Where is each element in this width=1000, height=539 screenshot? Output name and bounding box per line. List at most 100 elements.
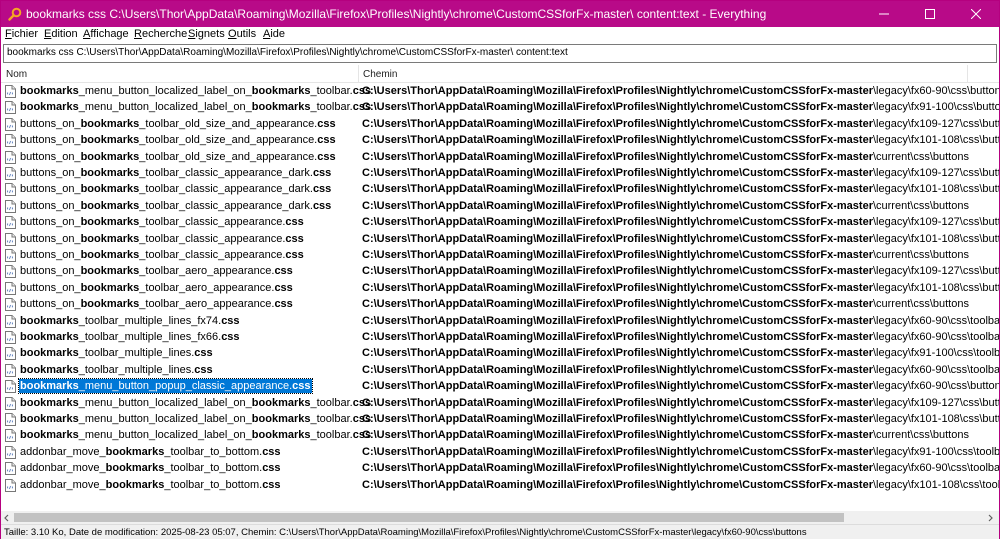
css-file-icon	[5, 134, 16, 148]
file-name: buttons_on_bookmarks_toolbar_aero_appear…	[20, 265, 293, 278]
menu-edition[interactable]: Edition	[44, 28, 78, 40]
file-name: buttons_on_bookmarks_toolbar_classic_app…	[20, 183, 332, 196]
table-row[interactable]: buttons_on_bookmarks_toolbar_old_size_an…	[1, 149, 999, 165]
table-row[interactable]: bookmarks_toolbar_multiple_lines_fx74.cs…	[1, 313, 999, 329]
css-file-icon	[5, 314, 16, 328]
table-row[interactable]: bookmarks_toolbar_multiple_lines.css C:\U…	[1, 362, 999, 378]
menu-recherche[interactable]: Recherche	[134, 28, 187, 40]
table-row[interactable]: buttons_on_bookmarks_toolbar_aero_appear…	[1, 296, 999, 312]
css-file-icon	[5, 347, 16, 361]
file-path: C:\Users\Thor\AppData\Roaming\Mozilla\Fi…	[362, 314, 999, 327]
column-path-header[interactable]: Chemin	[363, 69, 397, 80]
file-path: C:\Users\Thor\AppData\Roaming\Mozilla\Fi…	[362, 167, 999, 179]
file-name: bookmarks_menu_button_localized_label_on…	[20, 85, 372, 97]
table-row[interactable]: buttons_on_bookmarks_toolbar_classic_app…	[1, 181, 999, 197]
search-input[interactable]: bookmarks css C:\Users\Thor\AppData\Roam…	[3, 44, 997, 63]
css-file-icon	[5, 85, 16, 98]
table-row[interactable]: buttons_on_bookmarks_toolbar_aero_appear…	[1, 280, 999, 296]
table-row[interactable]: bookmarks_menu_button_localized_label_on…	[1, 427, 999, 443]
menu-bar: Fichier Edition Affichage Recherche Sign…	[1, 27, 999, 43]
file-name: buttons_on_bookmarks_toolbar_aero_appear…	[20, 298, 293, 311]
menu-aide[interactable]: Aide	[263, 28, 285, 40]
menu-label: ichier	[11, 28, 39, 40]
menu-accel: O	[228, 28, 237, 40]
table-row[interactable]: buttons_on_bookmarks_toolbar_classic_app…	[1, 214, 999, 230]
column-separator[interactable]	[967, 65, 968, 83]
file-path: C:\Users\Thor\AppData\Roaming\Mozilla\Fi…	[362, 265, 999, 278]
css-file-icon	[5, 183, 16, 197]
menu-outils[interactable]: Outils	[228, 28, 256, 40]
file-name: bookmarks_toolbar_multiple_lines_fx66.cs…	[20, 331, 240, 343]
file-name: buttons_on_bookmarks_toolbar_aero_appear…	[20, 281, 293, 294]
css-file-icon	[5, 462, 16, 476]
close-button[interactable]	[953, 1, 999, 27]
table-row[interactable]: bookmarks_menu_button_localized_label_on…	[1, 411, 999, 427]
css-file-icon	[5, 281, 16, 295]
file-name: bookmarks_menu_button_localized_label_on…	[20, 396, 372, 409]
file-name: buttons_on_bookmarks_toolbar_old_size_an…	[20, 134, 336, 147]
table-row[interactable]: addonbar_move_bookmarks_toolbar_to_botto…	[1, 444, 999, 460]
status-text: Taille: 3.10 Ko, Date de modification: 2…	[4, 527, 807, 538]
css-file-icon	[5, 413, 16, 426]
css-file-icon	[5, 445, 16, 459]
file-name: addonbar_move_bookmarks_toolbar_to_botto…	[20, 445, 281, 458]
column-name-header[interactable]: Nom	[6, 69, 27, 80]
table-row[interactable]: bookmarks_menu_button_localized_label_on…	[1, 99, 999, 115]
menu-signets[interactable]: Signets	[188, 28, 225, 40]
file-path: C:\Users\Thor\AppData\Roaming\Mozilla\Fi…	[362, 429, 969, 442]
file-name: bookmarks_toolbar_multiple_lines_fx74.cs…	[20, 314, 240, 327]
table-row[interactable]: bookmarks_toolbar_multiple_lines.css C:\U…	[1, 345, 999, 361]
scrollbar-thumb[interactable]	[14, 513, 844, 522]
css-file-icon	[5, 232, 16, 246]
file-path: C:\Users\Thor\AppData\Roaming\Mozilla\Fi…	[362, 445, 999, 458]
file-path: C:\Users\Thor\AppData\Roaming\Mozilla\Fi…	[362, 216, 999, 229]
column-separator[interactable]	[358, 65, 359, 83]
menu-accel: R	[134, 28, 142, 40]
table-row[interactable]: buttons_on_bookmarks_toolbar_classic_app…	[1, 198, 999, 214]
title-bar[interactable]: bookmarks css C:\Users\Thor\AppData\Roam…	[1, 1, 999, 27]
file-name: buttons_on_bookmarks_toolbar_classic_app…	[20, 167, 332, 179]
menu-affichage[interactable]: Affichage	[83, 28, 129, 40]
table-row[interactable]: buttons_on_bookmarks_toolbar_classic_app…	[1, 247, 999, 263]
table-row[interactable]: bookmarks_menu_button_popup_classic_appe…	[1, 378, 999, 395]
file-path: C:\Users\Thor\AppData\Roaming\Mozilla\Fi…	[362, 117, 999, 130]
file-path: C:\Users\Thor\AppData\Roaming\Mozilla\Fi…	[362, 183, 999, 196]
table-row[interactable]: buttons_on_bookmarks_toolbar_old_size_an…	[1, 116, 999, 132]
maximize-icon	[925, 9, 935, 19]
css-file-icon	[5, 150, 16, 164]
table-row[interactable]: buttons_on_bookmarks_toolbar_aero_appear…	[1, 263, 999, 279]
css-file-icon	[5, 396, 16, 410]
css-file-icon	[5, 363, 16, 377]
file-path: C:\Users\Thor\AppData\Roaming\Mozilla\Fi…	[362, 462, 999, 475]
minimize-button[interactable]	[861, 1, 907, 27]
file-name: bookmarks_toolbar_multiple_lines.css	[20, 347, 213, 360]
file-name: buttons_on_bookmarks_toolbar_classic_app…	[20, 249, 304, 261]
file-path: C:\Users\Thor\AppData\Roaming\Mozilla\Fi…	[362, 134, 999, 147]
file-path: C:\Users\Thor\AppData\Roaming\Mozilla\Fi…	[362, 281, 999, 294]
css-file-icon	[5, 478, 16, 492]
table-row[interactable]: buttons_on_bookmarks_toolbar_old_size_an…	[1, 132, 999, 148]
table-row[interactable]: addonbar_move_bookmarks_toolbar_to_botto…	[1, 460, 999, 476]
scroll-right-icon[interactable]	[986, 514, 994, 522]
horizontal-scrollbar[interactable]	[1, 511, 999, 524]
file-path: C:\Users\Thor\AppData\Roaming\Mozilla\Fi…	[362, 478, 999, 491]
magnifier-icon	[8, 7, 22, 21]
file-path: C:\Users\Thor\AppData\Roaming\Mozilla\Fi…	[362, 396, 999, 409]
css-file-icon	[5, 199, 16, 213]
table-row[interactable]: buttons_on_bookmarks_toolbar_classic_app…	[1, 165, 999, 181]
results-list: bookmarks_menu_button_localized_label_on…	[1, 83, 999, 511]
file-name: buttons_on_bookmarks_toolbar_old_size_an…	[20, 150, 336, 163]
scroll-left-icon[interactable]	[3, 514, 11, 522]
css-file-icon	[5, 298, 16, 312]
table-row[interactable]: bookmarks_menu_button_localized_label_on…	[1, 395, 999, 411]
table-row[interactable]: buttons_on_bookmarks_toolbar_classic_app…	[1, 231, 999, 247]
menu-label: ide	[270, 28, 286, 40]
menu-fichier[interactable]: Fichier	[5, 28, 38, 40]
table-row[interactable]: addonbar_move_bookmarks_toolbar_to_botto…	[1, 477, 999, 493]
file-name: bookmarks_toolbar_multiple_lines.css	[20, 363, 213, 376]
file-name: bookmarks_menu_button_popup_classic_appe…	[18, 378, 313, 395]
maximize-button[interactable]	[907, 1, 953, 27]
table-row[interactable]: bookmarks_menu_button_localized_label_on…	[1, 83, 999, 99]
file-path: C:\Users\Thor\AppData\Roaming\Mozilla\Fi…	[362, 331, 999, 343]
table-row[interactable]: bookmarks_toolbar_multiple_lines_fx66.cs…	[1, 329, 999, 345]
